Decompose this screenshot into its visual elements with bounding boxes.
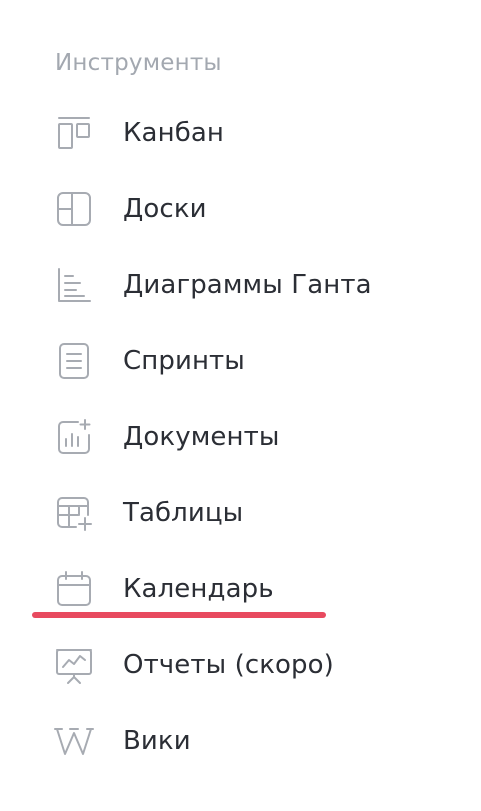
menu-item-reports[interactable]: Отчеты (скоро) <box>40 637 460 693</box>
menu-item-label: Вики <box>123 726 191 756</box>
menu-item-tables[interactable]: Таблицы <box>40 485 460 541</box>
reports-icon <box>54 645 94 685</box>
menu-item-kanban[interactable]: Канбан <box>40 105 460 161</box>
menu-item-label: Таблицы <box>123 498 244 528</box>
kanban-icon <box>54 113 94 153</box>
menu-item-label: Доски <box>123 194 207 224</box>
calendar-icon <box>54 569 94 609</box>
boards-icon <box>54 189 94 229</box>
sprints-icon <box>54 341 94 381</box>
menu-item-label: Документы <box>123 422 280 452</box>
menu-item-gantt[interactable]: Диаграммы Ганта <box>40 257 460 313</box>
menu-item-calendar[interactable]: Календарь <box>40 561 460 617</box>
menu-item-label: Календарь <box>123 574 274 604</box>
menu-item-boards[interactable]: Доски <box>40 181 460 237</box>
menu-item-wiki[interactable]: Вики <box>40 713 460 769</box>
menu-item-label: Канбан <box>123 118 224 148</box>
wiki-icon <box>54 721 94 761</box>
documents-icon <box>54 417 94 457</box>
tools-menu: Инструменты Канбан Доски Диаграммы Ганта… <box>0 0 481 811</box>
menu-item-sprints[interactable]: Спринты <box>40 333 460 389</box>
section-title: Инструменты <box>55 50 222 76</box>
menu-item-documents[interactable]: Документы <box>40 409 460 465</box>
menu-item-label: Диаграммы Ганта <box>123 270 372 300</box>
menu-item-label: Отчеты (скоро) <box>123 650 334 680</box>
menu-item-label: Спринты <box>123 346 245 376</box>
active-item-underline <box>32 612 326 618</box>
gantt-icon <box>54 265 94 305</box>
tables-icon <box>54 493 94 533</box>
